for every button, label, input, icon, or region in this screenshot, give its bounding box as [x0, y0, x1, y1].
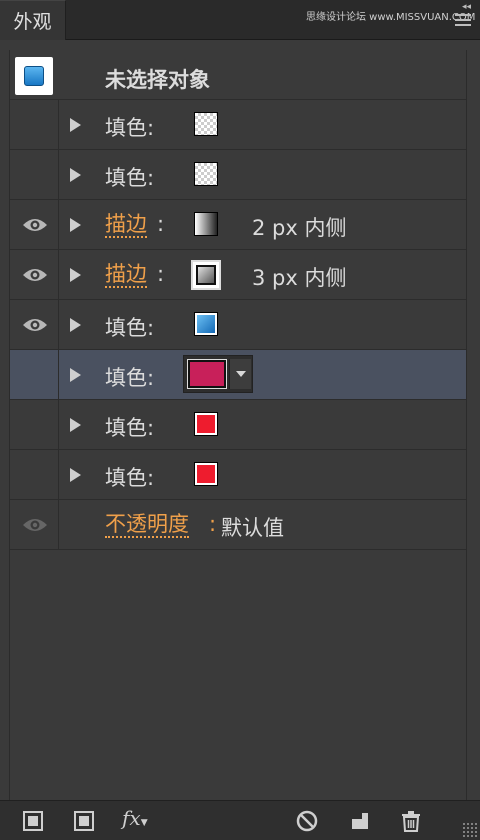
fill-label: 填色: [105, 116, 155, 140]
appearance-row-stroke-2[interactable]: 描边 : 3 px 内侧 [10, 250, 466, 300]
fill-swatch[interactable] [194, 112, 218, 136]
add-fill-icon[interactable] [72, 809, 96, 833]
stroke-colon: : [157, 262, 165, 286]
visibility-toggle[interactable] [10, 150, 59, 200]
stroke-swatch[interactable] [194, 212, 218, 236]
add-stroke-icon[interactable] [21, 809, 45, 833]
visibility-toggle[interactable] [10, 350, 59, 400]
fill-swatch[interactable] [194, 412, 218, 436]
appearance-panel: 未选择对象 填色: 填色: 描边 : 2 px 内侧 描边 : 3 px 内侧 [0, 40, 480, 800]
visibility-toggle[interactable] [10, 500, 59, 550]
visibility-toggle[interactable] [10, 250, 59, 300]
object-thumbnail [15, 57, 53, 95]
expand-arrow-icon[interactable] [70, 268, 81, 282]
expand-arrow-icon[interactable] [70, 418, 81, 432]
appearance-row-fill-6[interactable]: 填色: [10, 450, 466, 500]
duplicate-item-icon[interactable] [348, 809, 372, 833]
panel-toolbar: fx▼ [0, 800, 480, 840]
chevron-down-icon[interactable] [229, 359, 251, 389]
appearance-row-fill-1[interactable]: 填色: [10, 100, 466, 150]
fx-icon[interactable]: fx▼ [122, 806, 156, 830]
appearance-row-fill-3[interactable]: 填色: [10, 300, 466, 350]
delete-item-icon[interactable] [399, 809, 423, 833]
stroke-link[interactable]: 描边 [105, 262, 147, 288]
stroke-swatch[interactable] [191, 260, 221, 290]
clear-appearance-icon[interactable] [295, 809, 319, 833]
stroke-colon: : [157, 212, 165, 236]
stroke-link[interactable]: 描边 [105, 212, 147, 238]
visibility-toggle[interactable] [10, 450, 59, 500]
appearance-row-fill-5[interactable]: 填色: [10, 400, 466, 450]
expand-arrow-icon[interactable] [70, 168, 81, 182]
expand-arrow-icon[interactable] [70, 218, 81, 232]
fill-label: 填色: [105, 416, 155, 440]
eye-icon[interactable] [22, 267, 48, 283]
appearance-row-stroke-1[interactable]: 描边 : 2 px 内侧 [10, 200, 466, 250]
visibility-toggle[interactable] [10, 200, 59, 250]
fill-swatch[interactable] [194, 462, 218, 486]
visibility-toggle[interactable] [10, 300, 59, 350]
fill-color-picker[interactable] [183, 355, 253, 393]
collapse-icon[interactable]: ◂◂ [462, 2, 471, 12]
visibility-toggle[interactable] [10, 100, 59, 150]
fill-swatch[interactable] [194, 162, 218, 186]
no-selection-label: 未选择对象 [105, 68, 210, 92]
fill-label: 填色: [105, 316, 155, 340]
opacity-value: 默认值 [221, 516, 284, 540]
fill-label: 填色: [105, 166, 155, 190]
panel-menu-icon[interactable] [455, 14, 471, 28]
expand-arrow-icon[interactable] [70, 118, 81, 132]
fill-label: 填色: [105, 466, 155, 490]
expand-arrow-icon[interactable] [70, 468, 81, 482]
eye-icon[interactable] [22, 517, 48, 533]
tab-appearance[interactable]: 外观 [0, 0, 66, 40]
stroke-weight: 2 px 内侧 [252, 216, 347, 240]
tab-bar: 外观 思缘设计论坛 www.MISSVUAN.COM ◂◂ [0, 0, 480, 40]
fill-label: 填色: [105, 366, 155, 390]
appearance-row-fill-2[interactable]: 填色: [10, 150, 466, 200]
selection-header: 未选择对象 [10, 50, 466, 100]
appearance-row-opacity[interactable]: 不透明度 : 默认值 [10, 500, 466, 550]
stroke-weight: 3 px 内侧 [252, 266, 347, 290]
appearance-row-fill-4[interactable]: 填色: [10, 350, 466, 400]
resize-grip-icon[interactable] [462, 822, 478, 838]
visibility-toggle[interactable] [10, 400, 59, 450]
fill-swatch[interactable] [194, 312, 218, 336]
expand-arrow-icon[interactable] [70, 368, 81, 382]
fill-swatch[interactable] [187, 359, 227, 389]
tab-label: 外观 [13, 11, 52, 33]
opacity-colon: : [209, 512, 217, 536]
eye-icon[interactable] [22, 217, 48, 233]
opacity-link[interactable]: 不透明度 [105, 512, 189, 538]
watermark: 思缘设计论坛 www.MISSVUAN.COM [306, 12, 476, 23]
eye-icon[interactable] [22, 317, 48, 333]
expand-arrow-icon[interactable] [70, 318, 81, 332]
